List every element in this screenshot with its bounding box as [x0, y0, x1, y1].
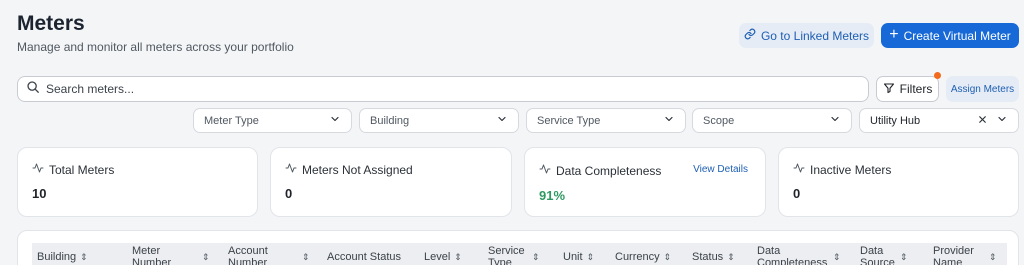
scope-dropdown[interactable]: Scope	[692, 108, 852, 133]
search-bar	[17, 76, 869, 102]
service-type-dropdown-label: Service Type	[537, 114, 601, 127]
table-header: Building ⇕ Meter Number ⇕ Account Number…	[32, 243, 1007, 265]
filters-notification-dot	[934, 72, 941, 79]
sort-icon[interactable]: ⇕	[900, 251, 908, 263]
card-value: 10	[32, 186, 47, 201]
column-header-label: Account Status	[327, 251, 401, 263]
column-header-label: Level	[424, 251, 451, 263]
sort-icon[interactable]: ⇕	[989, 251, 997, 263]
column-header-meter-number[interactable]: Meter Number ⇕	[132, 245, 210, 265]
create-virtual-meter-button[interactable]: + Create Virtual Meter	[881, 23, 1019, 48]
column-header-account-status: Account Status	[327, 251, 401, 263]
meters-table: Building ⇕ Meter Number ⇕ Account Number…	[17, 230, 1019, 265]
sort-icon[interactable]: ⇕	[727, 251, 735, 263]
sort-icon[interactable]: ⇕	[664, 251, 672, 263]
card-title: Data Completeness	[556, 163, 662, 178]
sort-icon[interactable]: ⇕	[454, 251, 462, 263]
column-header-label: Currency	[615, 251, 660, 263]
activity-icon	[32, 162, 44, 177]
meter-type-dropdown[interactable]: Meter Type	[193, 108, 352, 133]
column-header-account-number[interactable]: Account Number ⇕	[228, 245, 310, 265]
chevron-down-icon	[663, 113, 675, 128]
sort-icon[interactable]: ⇕	[202, 251, 210, 263]
column-header-data-completeness[interactable]: Data Completeness ⇕	[757, 245, 841, 265]
data-completeness-card: Data Completeness View Details 91%	[524, 147, 766, 217]
column-header-level[interactable]: Level ⇕	[424, 251, 462, 263]
card-title: Inactive Meters	[810, 162, 892, 177]
close-icon[interactable]	[977, 114, 988, 128]
filter-icon	[883, 82, 895, 97]
meter-type-dropdown-label: Meter Type	[204, 114, 259, 127]
column-header-label: Service Type	[488, 245, 525, 265]
column-header-label: Status	[692, 251, 724, 263]
page-title: Meters	[17, 12, 85, 35]
sort-icon[interactable]: ⇕	[302, 251, 310, 263]
column-header-label: Meter Number	[132, 245, 172, 265]
service-type-dropdown[interactable]: Service Type	[526, 108, 686, 133]
chevron-down-icon	[329, 113, 341, 128]
search-input[interactable]	[46, 82, 868, 96]
filters-label: Filters	[899, 82, 933, 96]
chevron-down-icon	[829, 113, 841, 128]
sort-icon[interactable]: ⇕	[532, 251, 540, 263]
column-header-status[interactable]: Status ⇕	[692, 251, 735, 263]
activity-icon	[793, 162, 805, 177]
create-virtual-meter-label: Create Virtual Meter	[903, 28, 1011, 43]
inactive-meters-card: Inactive Meters 0	[778, 147, 1019, 217]
go-to-linked-meters-button[interactable]: Go to Linked Meters	[739, 23, 874, 48]
plus-icon: +	[889, 26, 899, 43]
chevron-down-icon	[496, 113, 508, 128]
activity-icon	[285, 162, 297, 177]
scope-dropdown-label: Scope	[703, 114, 735, 127]
sort-icon[interactable]: ⇕	[80, 251, 88, 263]
building-dropdown[interactable]: Building	[359, 108, 519, 133]
column-header-data-source[interactable]: Data Source ⇕	[860, 245, 908, 265]
column-header-label: Building	[37, 251, 77, 263]
column-header-provider-name[interactable]: Provider Name ⇕	[933, 245, 997, 265]
card-value: 91%	[539, 188, 566, 203]
column-header-label: Provider Name	[933, 245, 974, 265]
activity-icon	[539, 163, 551, 178]
sort-icon[interactable]: ⇕	[587, 251, 595, 263]
column-header-service-type[interactable]: Service Type ⇕	[488, 245, 540, 265]
meters-not-assigned-card: Meters Not Assigned 0	[270, 147, 512, 217]
total-meters-card: Total Meters 10	[17, 147, 258, 217]
view-details-link[interactable]: View Details	[693, 164, 748, 175]
column-header-unit[interactable]: Unit ⇕	[563, 251, 594, 263]
utility-hub-dropdown[interactable]: Utility Hub	[859, 108, 1019, 133]
assign-meters-button[interactable]: Assign Meters	[946, 76, 1019, 102]
card-value: 0	[285, 186, 293, 201]
column-header-currency[interactable]: Currency ⇕	[615, 251, 671, 263]
column-header-label: Unit	[563, 251, 583, 263]
column-header-label: Data Completeness	[757, 245, 828, 265]
card-value: 0	[793, 186, 801, 201]
column-header-building[interactable]: Building ⇕	[37, 251, 88, 263]
card-title: Meters Not Assigned	[302, 162, 413, 177]
filters-button[interactable]: Filters	[876, 76, 939, 102]
sort-icon[interactable]: ⇕	[833, 251, 841, 263]
card-title: Total Meters	[49, 162, 115, 177]
utility-hub-dropdown-value: Utility Hub	[870, 114, 921, 127]
go-to-linked-meters-label: Go to Linked Meters	[760, 28, 870, 43]
chevron-down-icon	[996, 113, 1008, 128]
link-icon	[744, 28, 756, 43]
page-subtitle: Manage and monitor all meters across you…	[17, 40, 294, 54]
column-header-label: Data Source	[860, 245, 895, 265]
building-dropdown-label: Building	[370, 114, 410, 127]
search-icon	[26, 80, 40, 99]
column-header-label: Account Number	[228, 245, 268, 265]
